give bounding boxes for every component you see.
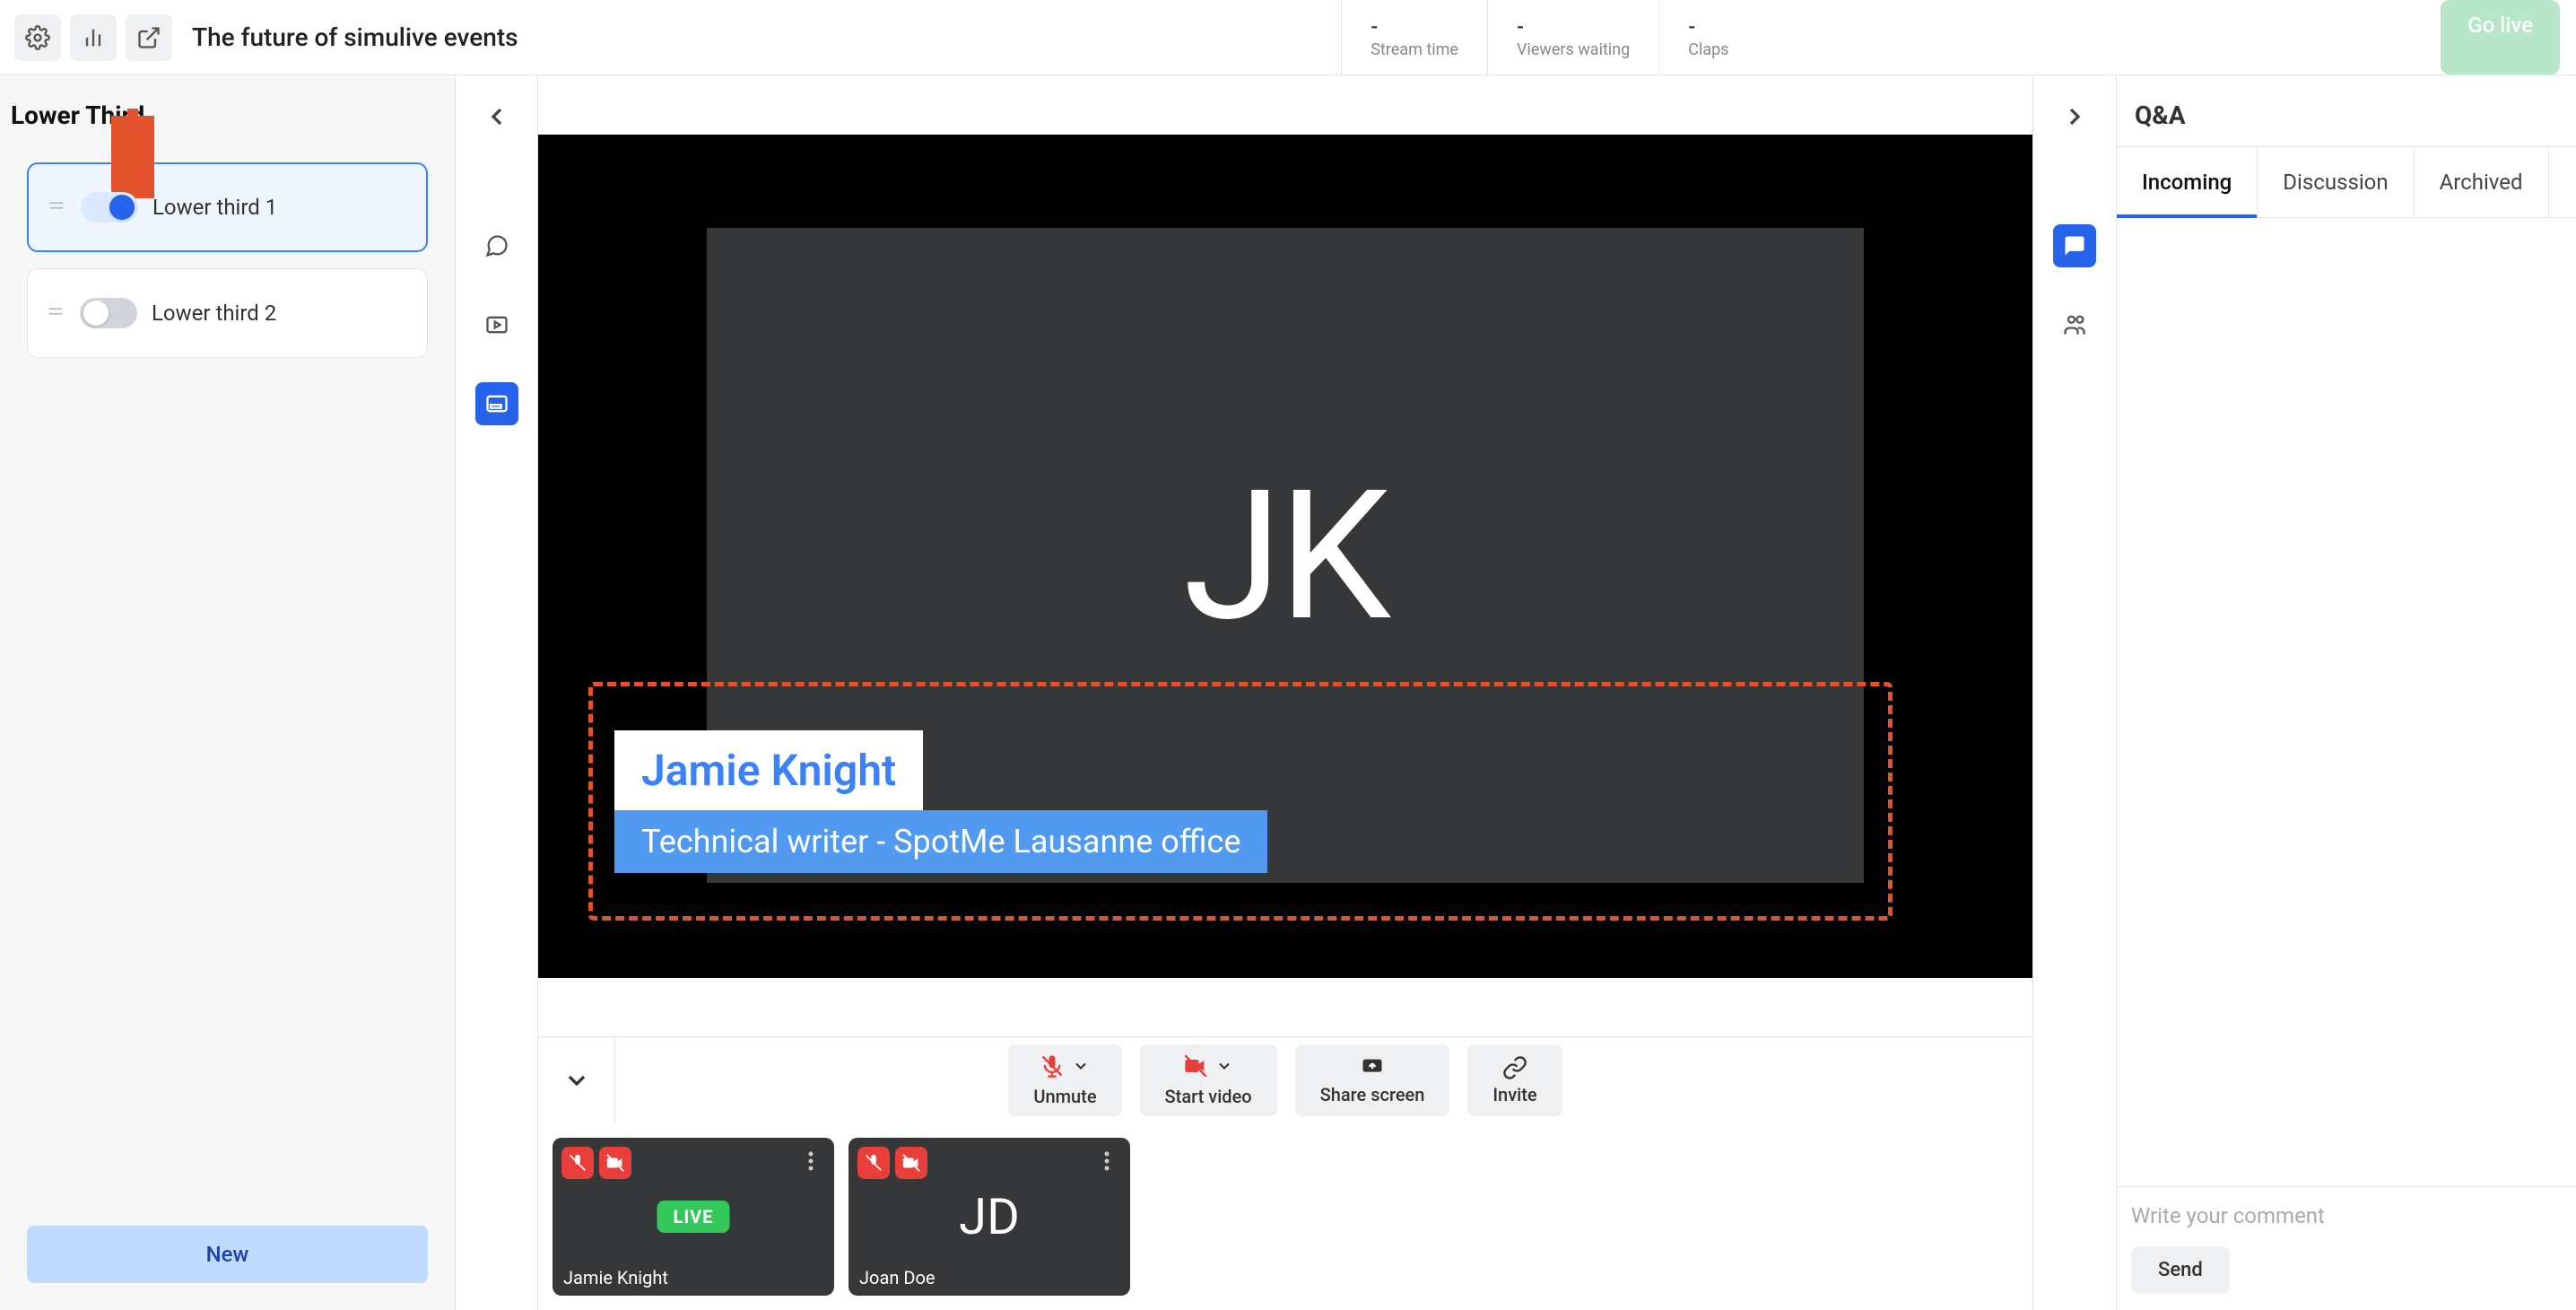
share-screen-button[interactable]: Share screen xyxy=(1295,1044,1450,1116)
link-icon xyxy=(1502,1055,1527,1080)
control-label: Invite xyxy=(1493,1084,1536,1105)
av-controls-bar: Unmute Start video Share screen Invi xyxy=(538,1036,2032,1123)
stage: JK Jamie Knight Technical writer - SpotM… xyxy=(538,75,2032,1036)
thumbnails-toggle[interactable] xyxy=(538,1037,615,1123)
caption-box-icon xyxy=(484,391,509,416)
qa-tab-discussion[interactable]: Discussion xyxy=(2258,147,2414,217)
chevron-down-icon xyxy=(1215,1057,1233,1075)
external-link-icon xyxy=(136,25,161,50)
qa-tool[interactable] xyxy=(2053,224,2096,267)
stat-label: Stream time xyxy=(1371,40,1458,59)
stat-label: Claps xyxy=(1688,40,1728,59)
open-external-button[interactable] xyxy=(126,14,172,61)
drag-handle-icon[interactable] xyxy=(47,196,66,219)
lower-third-toggle[interactable] xyxy=(81,192,138,223)
stat-value: - xyxy=(1688,16,1728,39)
chat-tool[interactable] xyxy=(475,224,518,267)
stat-value: - xyxy=(1371,16,1458,39)
lower-third-panel: Lower Third Lower third 1 Lower third 2 … xyxy=(0,75,456,1310)
participant-thumb[interactable]: JD Joan Doe xyxy=(849,1138,1130,1296)
left-tool-rail xyxy=(456,75,538,1310)
video-off-badge xyxy=(599,1147,631,1179)
control-label: Start video xyxy=(1165,1086,1252,1107)
stage-column: JK Jamie Knight Technical writer - SpotM… xyxy=(538,75,2032,1310)
stage-video: JK Jamie Knight Technical writer - SpotM… xyxy=(538,135,2032,978)
qa-comment-input[interactable] xyxy=(2131,1203,2562,1243)
speaker-initials: JK xyxy=(1183,450,1388,661)
chevron-right-icon xyxy=(2060,102,2089,131)
participant-thumb[interactable]: LIVE Jamie Knight xyxy=(553,1138,834,1296)
stat-value: - xyxy=(1517,16,1630,39)
stats-area: - Stream time - Viewers waiting - Claps … xyxy=(658,0,2576,74)
topbar: The future of simulive events - Stream t… xyxy=(0,0,2576,75)
people-tool[interactable] xyxy=(2053,303,2096,346)
invite-button[interactable]: Invite xyxy=(1467,1044,1562,1116)
status-badges xyxy=(561,1147,631,1179)
mic-muted-icon xyxy=(1040,1053,1065,1079)
control-label: Unmute xyxy=(1033,1086,1096,1107)
share-screen-icon xyxy=(1360,1055,1385,1080)
qa-header: Q&A xyxy=(2117,75,2576,146)
drag-handle-icon[interactable] xyxy=(46,301,65,325)
collapse-right-panel-button[interactable] xyxy=(2060,102,2089,135)
thumb-name: Joan Doe xyxy=(859,1267,935,1288)
thumb-name: Jamie Knight xyxy=(563,1267,668,1288)
control-label: Share screen xyxy=(1320,1084,1425,1105)
gear-icon xyxy=(25,25,50,50)
qa-send-button[interactable]: Send xyxy=(2131,1246,2230,1294)
lower-third-toggle[interactable] xyxy=(80,298,137,328)
start-video-button[interactable]: Start video xyxy=(1140,1044,1277,1116)
qa-tab-archived[interactable]: Archived xyxy=(2415,147,2549,217)
participant-thumbnails: LIVE Jamie Knight JD Joan Doe xyxy=(538,1123,2032,1310)
topbar-left: The future of simulive events xyxy=(0,14,533,61)
lower-third-panel-title: Lower Third xyxy=(0,75,455,146)
lower-third-item[interactable]: Lower third 2 xyxy=(27,268,428,358)
main-speaker-tile: JK xyxy=(707,228,1864,883)
video-clip-tool[interactable] xyxy=(475,303,518,346)
video-off-icon xyxy=(1183,1053,1208,1079)
mic-muted-badge xyxy=(561,1147,594,1179)
people-icon xyxy=(2062,312,2087,337)
settings-button[interactable] xyxy=(14,14,61,61)
play-square-icon xyxy=(484,312,509,337)
analytics-button[interactable] xyxy=(70,14,117,61)
live-badge: LIVE xyxy=(657,1201,730,1233)
lower-third-label: Lower third 1 xyxy=(152,195,277,220)
video-off-icon xyxy=(605,1153,625,1173)
chat-icon xyxy=(484,233,509,258)
qa-body xyxy=(2117,218,2576,1187)
more-vertical-icon xyxy=(808,1150,814,1172)
chevron-down-icon xyxy=(562,1066,591,1095)
lower-third-list: Lower third 1 Lower third 2 xyxy=(0,146,455,1226)
qa-icon xyxy=(2062,233,2087,258)
stat-stream-time: - Stream time xyxy=(1341,0,1487,74)
chevron-left-icon xyxy=(483,102,511,131)
collapse-left-panel-button[interactable] xyxy=(483,102,511,135)
main: Lower Third Lower third 1 Lower third 2 … xyxy=(0,75,2576,1310)
chevron-down-icon xyxy=(1072,1057,1090,1075)
mic-muted-icon xyxy=(568,1153,587,1173)
lower-third-label: Lower third 2 xyxy=(152,301,276,326)
thumb-more-button[interactable] xyxy=(796,1147,825,1175)
right-tool-rail xyxy=(2032,75,2117,1310)
qa-tab-incoming[interactable]: Incoming xyxy=(2117,147,2258,217)
bar-chart-icon xyxy=(81,25,106,50)
stat-claps: - Claps xyxy=(1658,0,1757,74)
go-live-button[interactable]: Go live xyxy=(2441,0,2560,74)
lower-third-item[interactable]: Lower third 1 xyxy=(27,162,428,252)
unmute-button[interactable]: Unmute xyxy=(1008,1044,1121,1116)
qa-panel: Q&A Incoming Discussion Archived Send xyxy=(2117,75,2576,1310)
page-title: The future of simulive events xyxy=(192,22,518,52)
stat-viewers: - Viewers waiting xyxy=(1487,0,1658,74)
new-lower-third-button[interactable]: New xyxy=(27,1226,428,1283)
stat-label: Viewers waiting xyxy=(1517,40,1630,59)
qa-tabs: Incoming Discussion Archived xyxy=(2117,146,2576,218)
lower-third-tool[interactable] xyxy=(475,382,518,425)
qa-compose: Send xyxy=(2117,1187,2576,1310)
